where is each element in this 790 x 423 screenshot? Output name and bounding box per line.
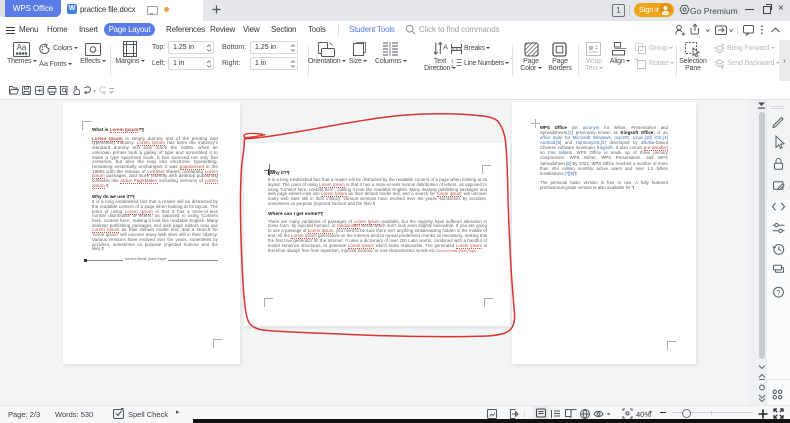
svg-text:1: 1 — [451, 59, 454, 65]
svg-text:?: ? — [777, 290, 781, 297]
svg-text:2: 2 — [451, 64, 454, 68]
svg-text:Aa: Aa — [17, 43, 27, 52]
svg-text:A: A — [443, 43, 448, 52]
